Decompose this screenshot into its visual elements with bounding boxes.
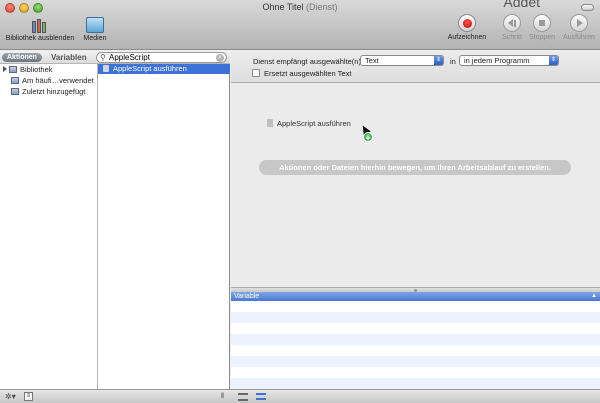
table-row[interactable] bbox=[231, 301, 600, 312]
input-type-value: Text bbox=[365, 56, 379, 65]
library-header: Aktionen Variablen ⚲ AppleScript × bbox=[0, 51, 230, 64]
play-icon bbox=[570, 14, 588, 32]
service-settings: Dienst empfängt ausgewählte(n) Text ⇕ in… bbox=[231, 51, 600, 83]
table-row[interactable] bbox=[231, 312, 600, 323]
receives-label: Dienst empfängt ausgewählte(n) bbox=[253, 57, 361, 66]
description-icon: ≡ bbox=[26, 393, 31, 399]
popup-arrows-icon: ⇕ bbox=[434, 56, 443, 65]
sort-ascending-icon: ▲ bbox=[591, 293, 597, 299]
search-input[interactable]: AppleScript bbox=[109, 53, 150, 63]
library-categories: Bibliothek Am häufi…verwendet Zuletzt hi… bbox=[0, 64, 98, 389]
window-title-text: Ohne Titel bbox=[262, 2, 304, 12]
action-menu-button[interactable]: ✲▾ bbox=[5, 392, 16, 402]
tree-item-label: Am häufi…verwendet bbox=[22, 76, 94, 85]
title-toolbar: Ohne Titel (Dienst) Addet Bibliothek aus… bbox=[0, 0, 600, 50]
step-button[interactable]: Schritt bbox=[498, 14, 526, 41]
media-label: Medien bbox=[83, 35, 107, 42]
tree-item-label: Zuletzt hinzugefügt bbox=[22, 87, 86, 96]
media-button[interactable]: Medien bbox=[80, 17, 110, 42]
stop-icon bbox=[533, 14, 551, 32]
show-description-button[interactable]: ≡ bbox=[24, 392, 33, 401]
variables-view-button[interactable] bbox=[256, 393, 266, 400]
tab-actions[interactable]: Aktionen bbox=[2, 53, 42, 62]
tree-item-recently-added[interactable]: Zuletzt hinzugefügt bbox=[0, 87, 98, 97]
search-field[interactable]: ⚲ AppleScript × bbox=[96, 52, 227, 63]
log-view-button[interactable] bbox=[238, 393, 248, 401]
smart-folder-icon bbox=[11, 88, 19, 95]
window-subtitle: (Dienst) bbox=[306, 2, 338, 12]
table-row[interactable] bbox=[231, 356, 600, 367]
variable-column-header[interactable]: Variable ▲ bbox=[231, 292, 600, 301]
hide-library-label: Bibliothek ausblenden bbox=[5, 35, 75, 42]
tree-item-most-used[interactable]: Am häufi…verwendet bbox=[0, 76, 98, 86]
table-row[interactable] bbox=[231, 345, 600, 356]
dragged-action-label: AppleScript ausführen bbox=[277, 119, 351, 128]
stop-label: Stoppen bbox=[528, 34, 556, 41]
application-popup[interactable]: in jedem Programm ⇕ bbox=[459, 55, 559, 66]
replace-text-label: Ersetzt ausgewählten Text bbox=[264, 69, 352, 78]
split-handle-icon[interactable]: ⦀ bbox=[221, 392, 224, 402]
variables-table bbox=[231, 301, 600, 389]
list-item-applescript[interactable]: AppleScript ausführen bbox=[98, 64, 230, 74]
step-label: Schritt bbox=[502, 34, 522, 41]
actions-list: AppleScript ausführen bbox=[98, 64, 230, 389]
run-label: Ausführen bbox=[563, 34, 595, 41]
clear-search-icon[interactable]: × bbox=[216, 54, 224, 62]
record-button[interactable]: Aufzeichnen bbox=[444, 14, 490, 41]
add-copy-icon: + bbox=[363, 132, 373, 143]
replace-text-checkbox[interactable] bbox=[252, 69, 260, 77]
application-value: in jedem Programm bbox=[464, 56, 530, 65]
table-row[interactable] bbox=[231, 367, 600, 378]
table-row[interactable] bbox=[231, 378, 600, 389]
disclosure-triangle-icon[interactable] bbox=[3, 66, 7, 72]
script-icon bbox=[103, 65, 109, 72]
stop-button[interactable]: Stoppen bbox=[527, 14, 557, 41]
partial-toolbar-text: Addet bbox=[503, 0, 540, 10]
dragged-action[interactable]: AppleScript ausführen bbox=[267, 119, 351, 128]
drop-hint: Aktionen oder Dateien hierhin bewegen, u… bbox=[259, 160, 571, 175]
record-icon bbox=[458, 14, 476, 32]
list-item-label: AppleScript ausführen bbox=[113, 64, 187, 73]
input-type-popup[interactable]: Text ⇕ bbox=[360, 55, 444, 66]
search-icon: ⚲ bbox=[100, 53, 106, 62]
variable-column-label: Variable bbox=[234, 293, 260, 300]
smart-folder-icon bbox=[11, 77, 19, 84]
library-folder-icon bbox=[9, 66, 17, 73]
run-button[interactable]: Ausführen bbox=[560, 14, 598, 41]
table-row[interactable] bbox=[231, 334, 600, 345]
in-label: in bbox=[450, 57, 456, 66]
tab-variables[interactable]: Variablen bbox=[51, 53, 87, 62]
tree-item-library[interactable]: Bibliothek bbox=[0, 65, 98, 75]
script-icon bbox=[267, 119, 273, 127]
tree-item-label: Bibliothek bbox=[20, 65, 53, 74]
media-icon bbox=[86, 17, 104, 33]
bottom-bar: ✲▾ ≡ ⦀ bbox=[0, 389, 600, 403]
popup-arrows-icon: ⇕ bbox=[549, 56, 558, 65]
workflow-canvas[interactable]: AppleScript ausführen + Aktionen oder Da… bbox=[231, 84, 600, 287]
toolbar-toggle-button[interactable] bbox=[581, 4, 594, 11]
hide-library-button[interactable]: Bibliothek ausblenden bbox=[4, 17, 76, 42]
table-row[interactable] bbox=[231, 323, 600, 334]
record-label: Aufzeichnen bbox=[447, 34, 487, 41]
step-icon bbox=[503, 14, 521, 32]
gear-icon: ✲▾ bbox=[5, 392, 16, 401]
library-icon bbox=[31, 17, 49, 33]
